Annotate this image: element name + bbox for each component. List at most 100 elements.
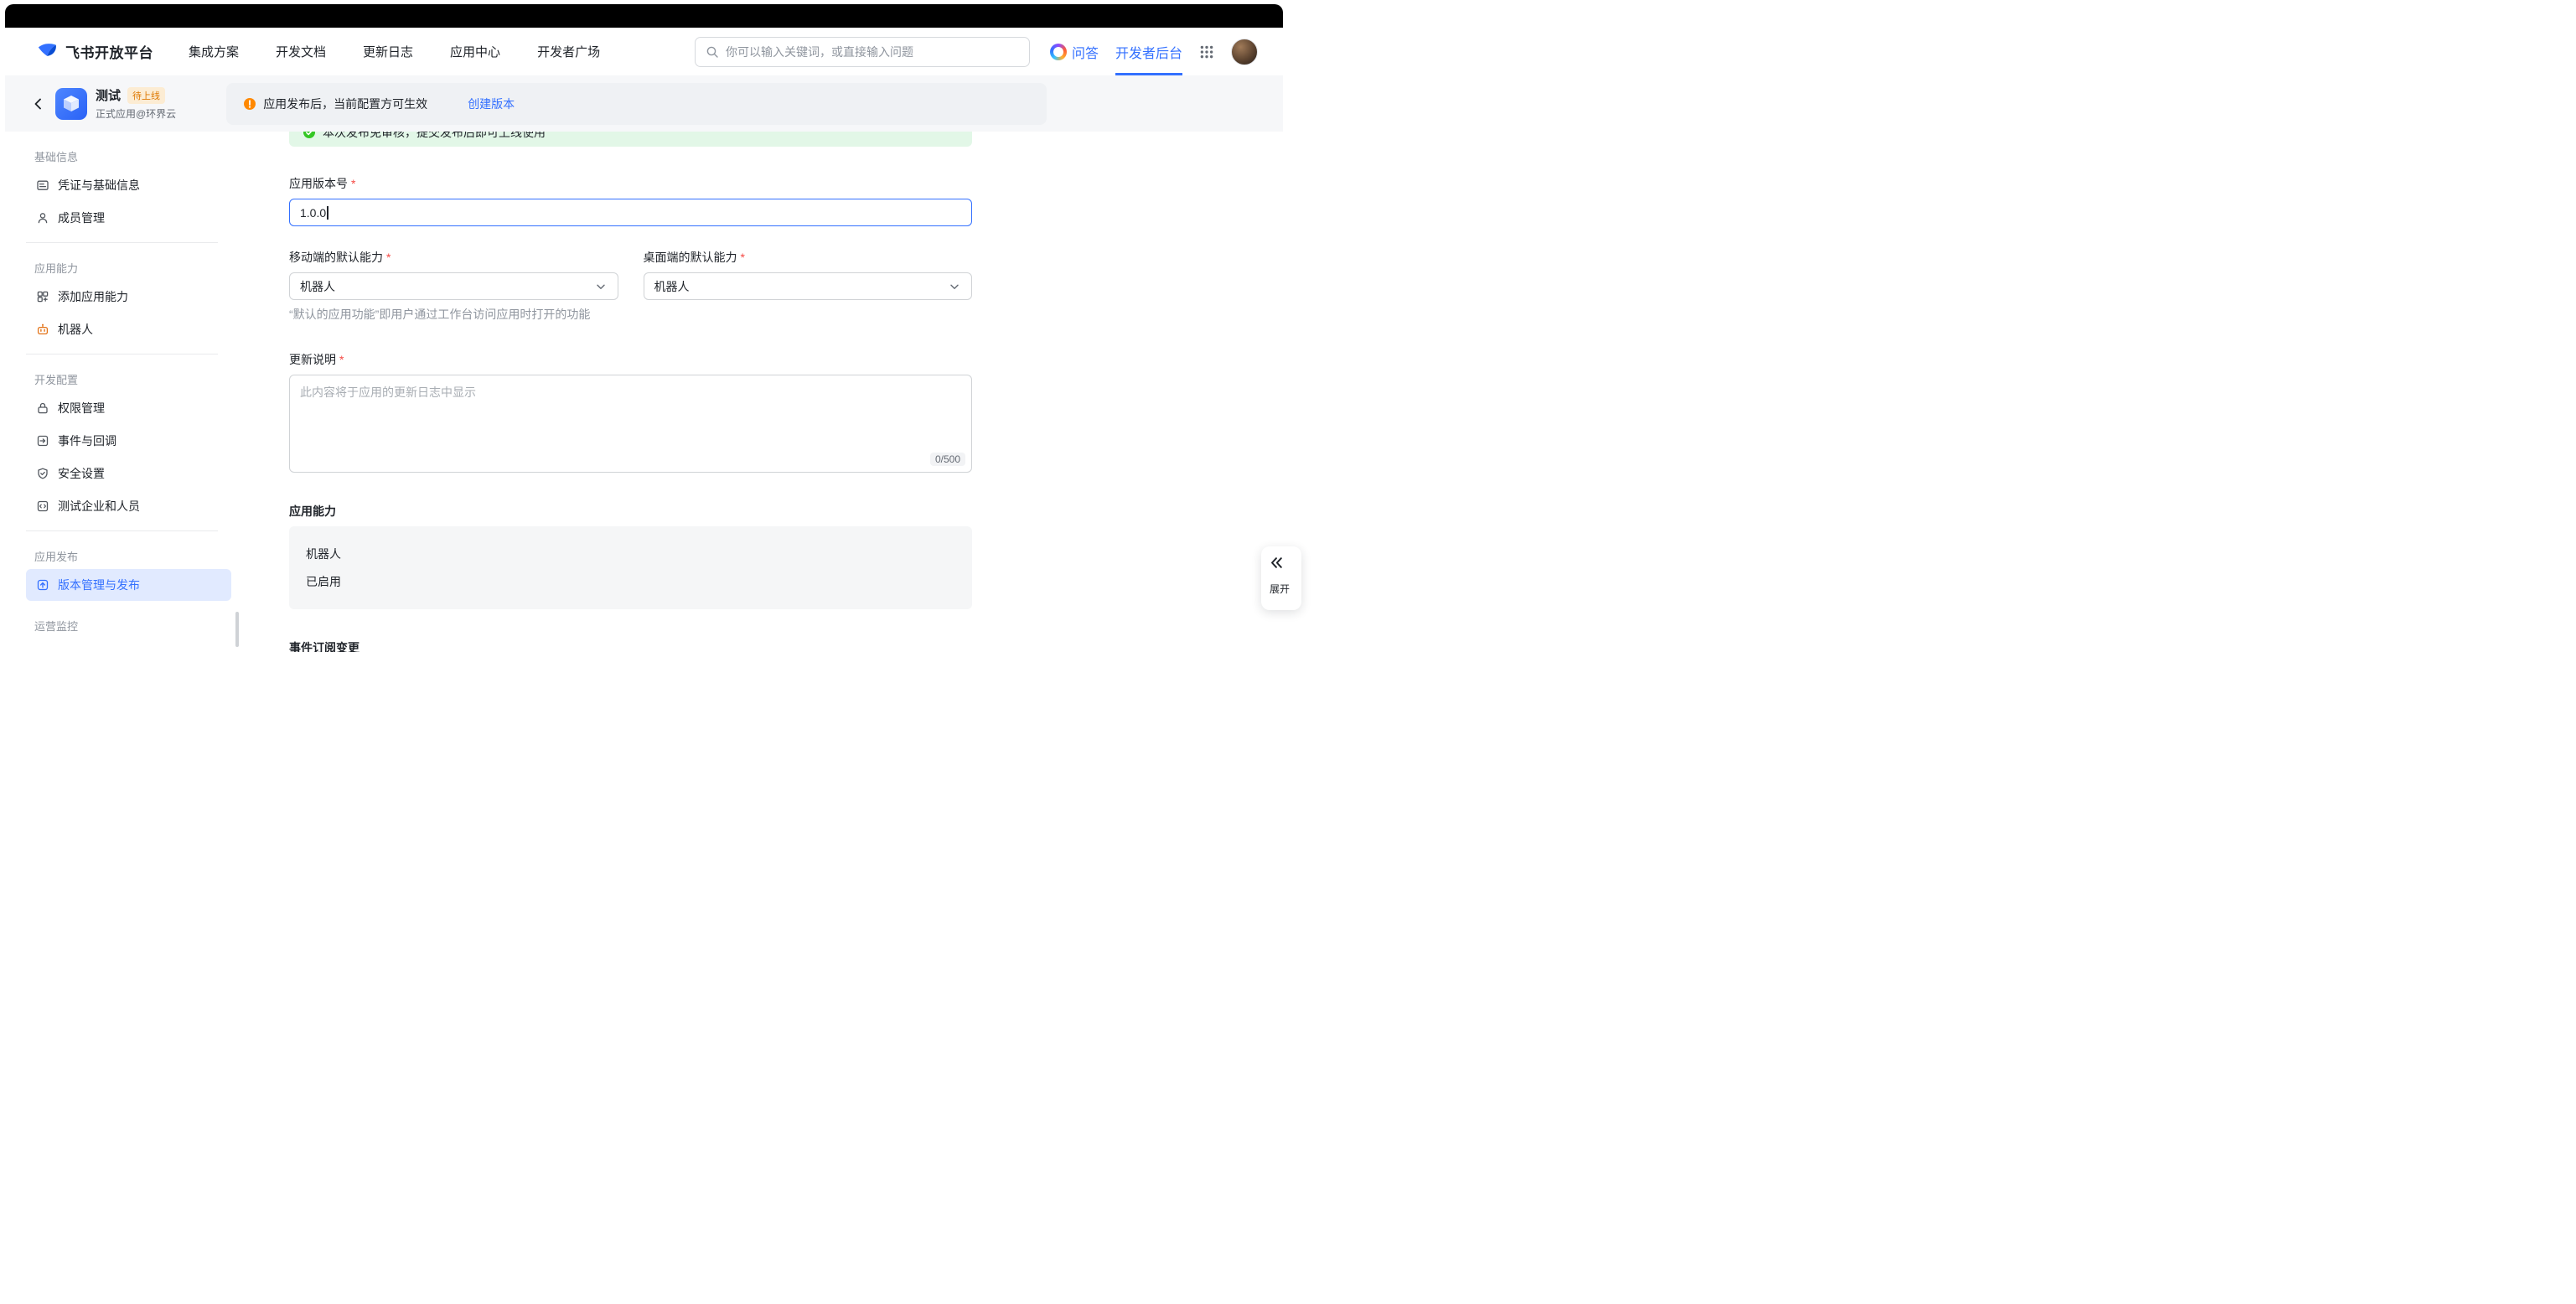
- nav-item-docs[interactable]: 开发文档: [276, 43, 326, 60]
- user-avatar[interactable]: [1231, 39, 1258, 65]
- char-counter: 0/500: [930, 453, 965, 466]
- release-icon: [36, 578, 49, 592]
- alert-text: 应用发布后，当前配置方可生效: [263, 96, 427, 112]
- chevron-down-icon: [948, 280, 961, 293]
- sidebar-item-label: 权限管理: [58, 400, 105, 417]
- expand-panel-button[interactable]: 展开: [1261, 546, 1301, 610]
- mobile-capability-field: 移动端的默认能力* 机器人: [289, 249, 618, 300]
- app-name: 测试: [96, 86, 121, 104]
- sidebar-item-credentials[interactable]: 凭证与基础信息: [26, 169, 231, 201]
- required-asterisk: *: [741, 251, 745, 264]
- apps-grid-icon[interactable]: [1199, 44, 1214, 60]
- app-cube-icon[interactable]: [55, 88, 87, 120]
- nav-item-integrations[interactable]: 集成方案: [189, 43, 239, 60]
- app-subtitle: 正式应用@环界云: [96, 106, 176, 121]
- events-section-title: 事件订阅变更: [289, 639, 972, 652]
- id-card-icon: [36, 179, 49, 192]
- search-icon: [706, 45, 719, 59]
- notes-field: 0/500: [289, 375, 972, 473]
- notes-textarea[interactable]: [289, 375, 972, 473]
- sidebar-scrollbar-thumb[interactable]: [235, 612, 239, 647]
- desktop-capability-select[interactable]: 机器人: [644, 272, 973, 300]
- add-capability-icon: [36, 290, 49, 303]
- mobile-capability-select[interactable]: 机器人: [289, 272, 618, 300]
- app-subheader: 测试 待上线 正式应用@环界云 应用发布后，当前配置方可生效 创建版本: [5, 75, 1283, 132]
- nav-item-app-center[interactable]: 应用中心: [450, 43, 500, 60]
- double-chevron-left-icon: [1270, 556, 1284, 570]
- members-icon: [36, 211, 49, 225]
- create-version-link[interactable]: 创建版本: [468, 96, 515, 112]
- sidebar-section-monitoring: 运营监控: [34, 619, 231, 634]
- version-label: 应用版本号*: [289, 175, 972, 192]
- header-right: 问答 开发者后台: [1050, 28, 1258, 75]
- status-badge: 待上线: [127, 87, 165, 104]
- mobile-capability-value: 机器人: [300, 278, 335, 295]
- sidebar-item-test-org[interactable]: 测试企业和人员: [26, 490, 231, 522]
- qa-ring-icon: [1050, 44, 1067, 60]
- sidebar-item-version-release[interactable]: 版本管理与发布: [26, 569, 231, 601]
- capability-summary-box: 机器人 已启用: [289, 526, 972, 609]
- sidebar-item-events-callbacks[interactable]: 事件与回调: [26, 425, 231, 457]
- feishu-logo[interactable]: 飞书开放平台: [37, 41, 153, 63]
- chevron-left-icon: [32, 97, 45, 111]
- release-form: 本次发布免审核，提交发布后即可上线使用 应用版本号* 1.0.0 移动端的默认能…: [289, 132, 972, 652]
- sidebar-section-dev-config: 开发配置: [34, 373, 231, 388]
- sidebar-item-label: 凭证与基础信息: [58, 177, 140, 194]
- back-button[interactable]: [27, 92, 50, 116]
- sidebar-item-members[interactable]: 成员管理: [26, 202, 231, 234]
- feishu-logo-icon: [37, 41, 59, 63]
- required-asterisk: *: [339, 353, 344, 366]
- event-callback-icon: [36, 434, 49, 448]
- sidebar-item-label: 添加应用能力: [58, 288, 128, 305]
- brand-name: 飞书开放平台: [65, 41, 153, 62]
- main-nav: 集成方案 开发文档 更新日志 应用中心 开发者广场: [189, 43, 600, 60]
- search-input[interactable]: [726, 45, 1019, 59]
- default-capability-hint: “默认的应用功能”即用户通过工作台访问应用时打开的功能: [289, 306, 972, 323]
- notes-label: 更新说明*: [289, 351, 972, 368]
- sidebar-item-permissions[interactable]: 权限管理: [26, 392, 231, 424]
- top-header: 飞书开放平台 集成方案 开发文档 更新日志 应用中心 开发者广场 问答 开发者后…: [5, 28, 1283, 75]
- nav-item-changelog[interactable]: 更新日志: [363, 43, 413, 60]
- version-input[interactable]: 1.0.0: [289, 199, 972, 226]
- sidebar-section-capability: 应用能力: [34, 261, 231, 277]
- sidebar-divider: [26, 242, 218, 243]
- desktop-capability-field: 桌面端的默认能力* 机器人: [644, 249, 973, 300]
- sidebar-item-label: 成员管理: [58, 210, 105, 226]
- sidebar-item-label: 测试企业和人员: [58, 498, 140, 515]
- sidebar-item-label: 版本管理与发布: [58, 577, 140, 593]
- desktop-capability-label: 桌面端的默认能力*: [644, 249, 973, 266]
- capability-status: 已启用: [306, 573, 955, 590]
- desktop-capability-value: 机器人: [654, 278, 690, 295]
- sidebar-section-basic: 基础信息: [34, 150, 231, 165]
- code-brackets-icon: [36, 499, 49, 513]
- text-cursor: [327, 206, 328, 220]
- app-meta: 测试 待上线 正式应用@环界云: [96, 86, 176, 121]
- required-asterisk: *: [351, 177, 355, 190]
- tab-developer-console[interactable]: 开发者后台: [1115, 28, 1182, 75]
- sidebar-divider: [26, 530, 218, 531]
- sidebar: 基础信息 凭证与基础信息 成员管理 应用能力 添加应用能力: [5, 132, 241, 652]
- window-chrome-bar: [5, 4, 1283, 28]
- main-panel: 本次发布免审核，提交发布后即可上线使用 应用版本号* 1.0.0 移动端的默认能…: [241, 132, 1283, 652]
- success-check-icon: [303, 132, 316, 139]
- capability-section-title: 应用能力: [289, 503, 972, 520]
- robot-icon: [36, 323, 49, 336]
- publish-alert-banner: 应用发布后，当前配置方可生效 创建版本: [226, 83, 1047, 125]
- nav-item-marketplace[interactable]: 开发者广场: [537, 43, 600, 60]
- sidebar-item-label: 安全设置: [58, 465, 105, 482]
- qa-label: 问答: [1072, 42, 1099, 62]
- warning-icon: [243, 97, 256, 111]
- sidebar-item-security[interactable]: 安全设置: [26, 458, 231, 489]
- sidebar-section-release: 应用发布: [34, 550, 231, 565]
- expand-label: 展开: [1270, 582, 1301, 596]
- mobile-capability-label: 移动端的默认能力*: [289, 249, 618, 266]
- search-box[interactable]: [695, 37, 1030, 67]
- required-asterisk: *: [386, 251, 391, 264]
- sidebar-item-add-capability[interactable]: 添加应用能力: [26, 281, 231, 313]
- qa-button[interactable]: 问答: [1050, 42, 1099, 62]
- sidebar-item-label: 机器人: [58, 321, 93, 338]
- sidebar-item-bot[interactable]: 机器人: [26, 313, 231, 345]
- success-banner: 本次发布免审核，提交发布后即可上线使用: [289, 132, 972, 147]
- chevron-down-icon: [594, 280, 608, 293]
- success-banner-text: 本次发布免审核，提交发布后即可上线使用: [323, 132, 546, 141]
